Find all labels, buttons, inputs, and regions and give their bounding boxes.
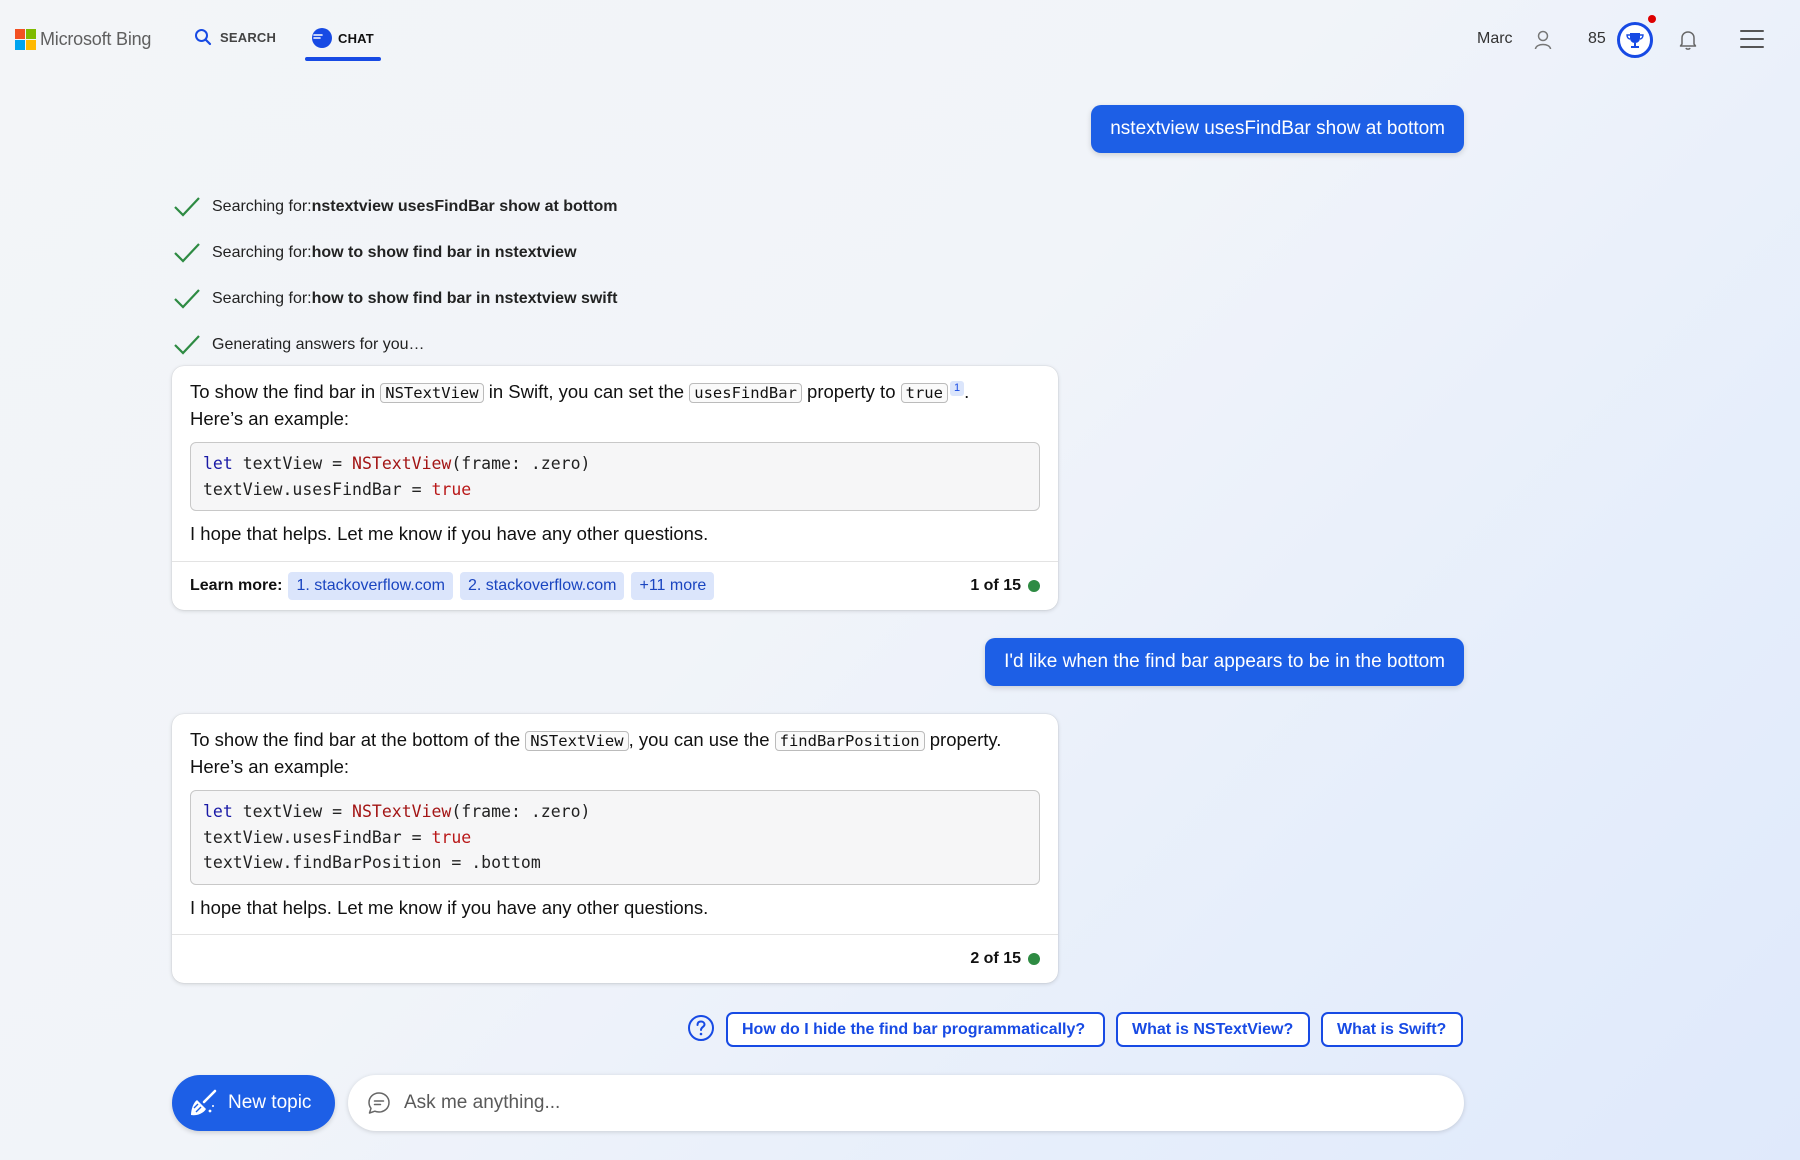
learn-more-footer: Learn more: 1. stackoverflow.com 2. stac…: [172, 561, 1058, 610]
top-bar: Microsoft Bing SEARCH CHAT Marc 85: [0, 0, 1800, 80]
response-closing-text: I hope that helps. Let me know if you ha…: [190, 896, 709, 918]
rewards-points[interactable]: 85: [1588, 30, 1606, 48]
chat-bubble-icon: [368, 1092, 390, 1114]
citation-link[interactable]: 1: [949, 380, 965, 396]
text-span: property to: [801, 381, 901, 402]
checkmark-icon: [174, 289, 200, 309]
code-text: textView =: [232, 454, 353, 473]
progress-prefix: Generating answers for you…: [212, 336, 425, 353]
inline-code: usesFindBar: [689, 383, 802, 403]
suggestion-chip[interactable]: What is NSTextView?: [1116, 1012, 1310, 1047]
progress-query: how to show find bar in nstextview: [311, 244, 577, 261]
progress-step: Searching for: how to show find bar in n…: [174, 276, 617, 322]
logo-text: Microsoft Bing: [40, 29, 152, 49]
progress-prefix: Searching for:: [212, 244, 312, 261]
checkmark-icon: [174, 335, 200, 355]
response-text: To show the find bar in NSTextView in Sw…: [190, 379, 1040, 432]
status-dot-icon: [1028, 953, 1040, 965]
bot-response-card: To show the find bar at the bottom of th…: [172, 714, 1058, 983]
broom-icon: [191, 1089, 217, 1116]
progress-prefix: Searching for:: [212, 198, 312, 215]
inline-code: findBarPosition: [774, 731, 925, 751]
text-span: .: [964, 381, 970, 402]
tab-search[interactable]: SEARCH: [194, 28, 276, 46]
question-circle-icon: [688, 1015, 714, 1041]
checkmark-icon: [174, 243, 200, 263]
progress-step: Generating answers for you…: [174, 322, 617, 368]
inline-code: true: [900, 383, 948, 403]
bot-response-body: To show the find bar at the bottom of th…: [172, 714, 1058, 921]
inline-code: NSTextView: [525, 731, 629, 751]
hamburger-menu-icon[interactable]: [1740, 29, 1764, 49]
code-block[interactable]: let textView = NSTextView(frame: .zero) …: [190, 442, 1040, 511]
notification-dot: [1648, 15, 1656, 23]
learn-more-label: Learn more:: [190, 577, 283, 594]
text-span: , you can use the: [628, 729, 775, 750]
text-span: Here’s an example:: [190, 756, 350, 777]
turn-counter: 2 of 15: [970, 950, 1040, 968]
source-link[interactable]: 1. stackoverflow.com: [288, 572, 453, 600]
response-text: To show the find bar at the bottom of th…: [190, 727, 1040, 780]
chat-icon: [312, 28, 332, 48]
microsoft-logo-icon: [15, 29, 36, 50]
tab-chat[interactable]: CHAT: [312, 28, 374, 48]
turn-counter-text: 2 of 15: [970, 950, 1021, 967]
text-span: To show the find bar in: [190, 381, 381, 402]
new-topic-button[interactable]: New topic: [172, 1075, 335, 1131]
bell-icon[interactable]: [1678, 29, 1698, 51]
progress-query: how to show find bar in nstextview swift: [311, 290, 618, 307]
text-span: in Swift, you can set the: [483, 381, 690, 402]
search-progress-list: Searching for: nstextview usesFindBar sh…: [174, 184, 617, 368]
tab-chat-label: CHAT: [338, 30, 374, 46]
progress-step: Searching for: how to show find bar in n…: [174, 230, 617, 276]
code-block[interactable]: let textView = NSTextView(frame: .zero) …: [190, 790, 1040, 885]
inline-code: NSTextView: [380, 383, 484, 403]
code-type: NSTextView: [352, 454, 452, 473]
user-message: I'd like when the find bar appears to be…: [985, 638, 1464, 686]
turn-counter: 1 of 15: [970, 577, 1040, 595]
checkmark-icon: [174, 197, 200, 217]
code-text: textView.findBarPosition = .bottom: [203, 853, 541, 872]
bot-response-card: To show the find bar in NSTextView in Sw…: [172, 366, 1058, 610]
bot-response-body: To show the find bar in NSTextView in Sw…: [172, 366, 1058, 547]
source-link[interactable]: 2. stackoverflow.com: [459, 572, 625, 600]
progress-query: nstextview usesFindBar show at bottom: [311, 198, 618, 215]
text-span: Here’s an example:: [190, 408, 350, 429]
response-closing-text: I hope that helps. Let me know if you ha…: [190, 523, 709, 544]
code-bool: true: [431, 479, 472, 499]
response-footer: 2 of 15: [172, 934, 1058, 983]
user-avatar-icon[interactable]: [1533, 29, 1553, 51]
text-span: To show the find bar at the bottom of th…: [190, 729, 526, 750]
code-text: (frame: .zero): [451, 454, 591, 473]
code-text: (frame: .zero): [451, 802, 591, 821]
tab-search-label: SEARCH: [220, 29, 277, 45]
user-message: nstextview usesFindBar show at bottom: [1091, 105, 1464, 153]
text-span: property.: [924, 729, 1002, 750]
turn-counter-text: 1 of 15: [970, 577, 1021, 594]
rewards-trophy-icon[interactable]: [1617, 22, 1653, 58]
new-topic-label: New topic: [228, 1092, 312, 1113]
code-keyword: let: [203, 454, 233, 473]
active-tab-indicator: [305, 57, 381, 61]
progress-prefix: Searching for:: [212, 290, 312, 307]
suggestion-chip[interactable]: What is Swift?: [1321, 1012, 1463, 1047]
code-keyword: let: [203, 802, 233, 821]
code-text: textView.usesFindBar =: [203, 827, 432, 847]
chat-input-box[interactable]: [348, 1075, 1464, 1131]
suggestion-chip[interactable]: How do I hide the find bar programmatica…: [726, 1012, 1105, 1047]
user-name[interactable]: Marc: [1477, 30, 1513, 48]
code-text: textView =: [232, 802, 353, 821]
code-text: textView.usesFindBar =: [203, 479, 432, 499]
code-bool: true: [431, 827, 472, 847]
search-icon: [195, 29, 212, 46]
more-sources-link[interactable]: +11 more: [631, 572, 715, 600]
ask-input[interactable]: [404, 1092, 1404, 1114]
bing-logo[interactable]: Microsoft Bing: [15, 29, 151, 50]
code-type: NSTextView: [352, 802, 452, 821]
progress-step: Searching for: nstextview usesFindBar sh…: [174, 184, 617, 230]
status-dot-icon: [1028, 580, 1040, 592]
